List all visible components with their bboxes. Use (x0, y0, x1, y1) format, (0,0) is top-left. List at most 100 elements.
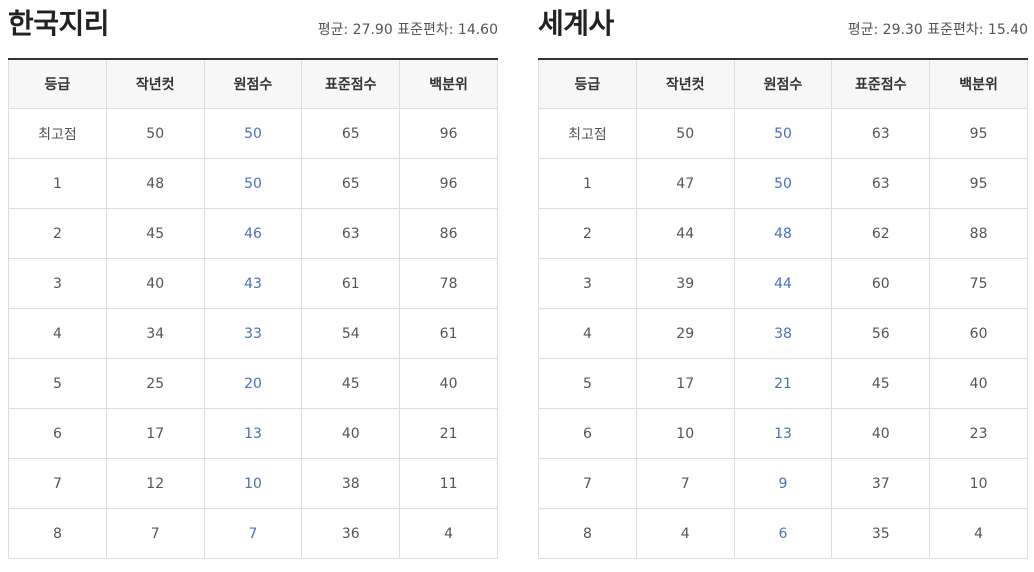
last-year-cut-cell: 45 (105, 208, 205, 259)
table-row: 6 10 13 40 23 (538, 408, 1028, 459)
last-year-cut-cell: 12 (105, 458, 205, 509)
raw-score-cell: 20 (203, 358, 303, 409)
raw-score-cell: 50 (733, 108, 833, 159)
grade-cell: 1 (538, 158, 637, 209)
percentile-cell: 86 (399, 208, 498, 259)
percentile-cell: 23 (929, 408, 1028, 459)
raw-score-cell: 46 (203, 208, 303, 259)
grade-cell: 7 (8, 458, 107, 509)
raw-score-cell: 44 (733, 258, 833, 309)
last-year-cut-cell: 44 (635, 208, 735, 259)
table-row: 5 17 21 45 40 (538, 358, 1028, 409)
grade-cell: 5 (8, 358, 107, 409)
grade-cell: 최고점 (8, 108, 107, 159)
table-row: 3 40 43 61 78 (8, 258, 498, 309)
last-year-cut-cell: 39 (635, 258, 735, 309)
grade-panel-world-history: 세계사 평균: 29.30 표준편차: 15.40 등급 작년컷 원점수 표준점… (538, 0, 1028, 559)
header-raw-score: 원점수 (203, 58, 303, 109)
raw-score-cell: 10 (203, 458, 303, 509)
raw-score-cell: 50 (203, 108, 303, 159)
header-last-year-cut: 작년컷 (635, 58, 735, 109)
grade-cell: 7 (538, 458, 637, 509)
percentile-cell: 4 (929, 508, 1028, 559)
standard-score-cell: 61 (301, 258, 401, 309)
table-row: 1 48 50 65 96 (8, 158, 498, 209)
standard-score-cell: 63 (301, 208, 401, 259)
standard-score-cell: 62 (831, 208, 931, 259)
header-percentile: 백분위 (929, 58, 1028, 109)
standard-score-cell: 56 (831, 308, 931, 359)
raw-score-cell: 50 (733, 158, 833, 209)
grade-cell: 2 (538, 208, 637, 259)
raw-score-cell: 9 (733, 458, 833, 509)
percentile-cell: 40 (399, 358, 498, 409)
header-raw-score: 원점수 (733, 58, 833, 109)
table-row: 2 45 46 63 86 (8, 208, 498, 259)
grade-cell: 5 (538, 358, 637, 409)
percentile-cell: 78 (399, 258, 498, 309)
header-grade: 등급 (8, 58, 107, 109)
percentile-cell: 11 (399, 458, 498, 509)
table-row: 7 12 10 38 11 (8, 458, 498, 509)
last-year-cut-cell: 7 (105, 508, 205, 559)
header-percentile: 백분위 (399, 58, 498, 109)
last-year-cut-cell: 50 (105, 108, 205, 159)
standard-score-cell: 45 (831, 358, 931, 409)
percentile-cell: 95 (929, 108, 1028, 159)
grade-cell: 최고점 (538, 108, 637, 159)
raw-score-cell: 13 (733, 408, 833, 459)
subject-title: 한국지리 (8, 7, 110, 40)
percentile-cell: 61 (399, 308, 498, 359)
sd-label: 표준편차: (397, 22, 454, 38)
raw-score-cell: 33 (203, 308, 303, 359)
grade-cell: 8 (538, 508, 637, 559)
table-row: 8 7 7 36 4 (8, 508, 498, 559)
header-last-year-cut: 작년컷 (105, 58, 205, 109)
last-year-cut-cell: 48 (105, 158, 205, 209)
grade-cut-table: 등급 작년컷 원점수 표준점수 백분위 최고점 50 50 65 96 1 48… (8, 58, 498, 559)
grade-cell: 4 (8, 308, 107, 359)
percentile-cell: 10 (929, 458, 1028, 509)
table-row: 5 25 20 45 40 (8, 358, 498, 409)
standard-score-cell: 45 (301, 358, 401, 409)
percentile-cell: 95 (929, 158, 1028, 209)
grade-cell: 2 (8, 208, 107, 259)
standard-score-cell: 40 (301, 408, 401, 459)
table-row: 6 17 13 40 21 (8, 408, 498, 459)
panel-header: 한국지리 평균: 27.90 표준편차: 14.60 (8, 0, 498, 58)
standard-score-cell: 60 (831, 258, 931, 309)
grade-cell: 3 (8, 258, 107, 309)
percentile-cell: 40 (929, 358, 1028, 409)
last-year-cut-cell: 47 (635, 158, 735, 209)
mean-label: 평균: (317, 22, 349, 38)
raw-score-cell: 7 (203, 508, 303, 559)
mean-label: 평균: (847, 22, 879, 38)
table-row: 2 44 48 62 88 (538, 208, 1028, 259)
table-row: 3 39 44 60 75 (538, 258, 1028, 309)
grade-cell: 8 (8, 508, 107, 559)
percentile-cell: 75 (929, 258, 1028, 309)
percentile-cell: 88 (929, 208, 1028, 259)
standard-score-cell: 65 (301, 108, 401, 159)
grade-cell: 3 (538, 258, 637, 309)
score-stats: 평균: 27.90 표준편차: 14.60 (318, 20, 498, 40)
percentile-cell: 21 (399, 408, 498, 459)
last-year-cut-cell: 50 (635, 108, 735, 159)
table-row: 4 34 33 54 61 (8, 308, 498, 359)
last-year-cut-cell: 40 (105, 258, 205, 309)
raw-score-cell: 50 (203, 158, 303, 209)
grade-cut-table: 등급 작년컷 원점수 표준점수 백분위 최고점 50 50 63 95 1 47… (538, 58, 1028, 559)
sd-label: 표준편차: (927, 22, 984, 38)
raw-score-cell: 13 (203, 408, 303, 459)
sd-value: 15.40 (987, 22, 1028, 38)
last-year-cut-cell: 4 (635, 508, 735, 559)
table-row: 최고점 50 50 63 95 (538, 108, 1028, 159)
last-year-cut-cell: 10 (635, 408, 735, 459)
last-year-cut-cell: 17 (635, 358, 735, 409)
mean-value: 27.90 (352, 22, 393, 38)
raw-score-cell: 21 (733, 358, 833, 409)
last-year-cut-cell: 29 (635, 308, 735, 359)
standard-score-cell: 38 (301, 458, 401, 509)
standard-score-cell: 36 (301, 508, 401, 559)
standard-score-cell: 63 (831, 158, 931, 209)
